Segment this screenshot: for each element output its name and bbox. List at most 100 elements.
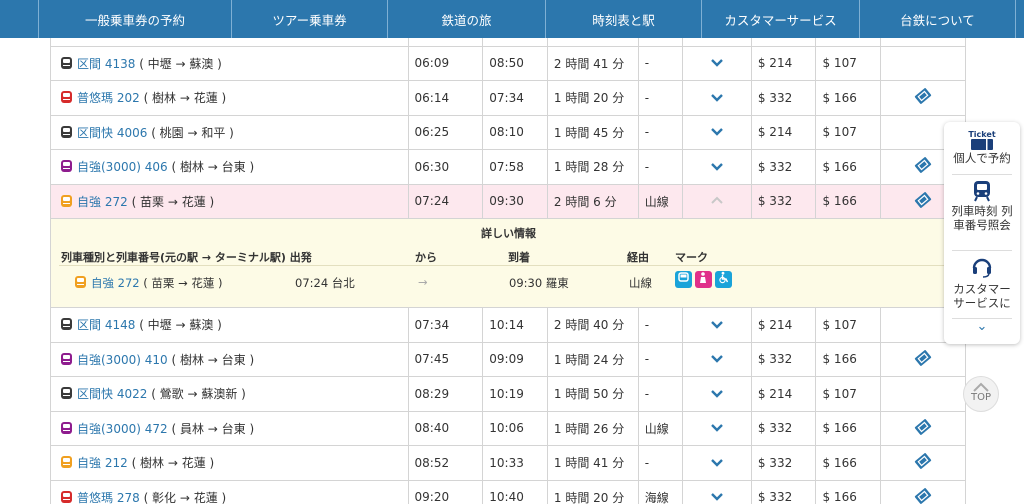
- chevron-down-icon[interactable]: [682, 341, 752, 377]
- dining-car-icon: [675, 271, 692, 288]
- nav-item-rail-travel[interactable]: 鉄道の旅: [388, 0, 546, 38]
- via-line: -: [637, 341, 684, 377]
- train-link[interactable]: 自強(3000) 410: [77, 353, 168, 367]
- travel-duration: 1 時間 26 分: [546, 410, 639, 446]
- detail-header-train: 列車種別と列車番号(元の駅 → ターミナル駅) 出発: [61, 251, 312, 264]
- via-line: 山線: [637, 183, 684, 219]
- travel-duration: 2 時間 6 分: [546, 183, 639, 219]
- chevron-down-icon[interactable]: [682, 45, 752, 81]
- detail-arrow-icon: →: [418, 275, 428, 289]
- departure-time: 08:52: [407, 445, 484, 481]
- chevron-down-icon[interactable]: [682, 114, 752, 150]
- train-cell: 普悠瑪 278 ( 彰化 → 花蓮 ): [50, 479, 409, 504]
- train-route: ( 苗栗 → 花蓮 ): [131, 194, 215, 209]
- train-cell: 自強(3000) 472 ( 員林 → 台東 ): [50, 410, 409, 446]
- back-to-top-button[interactable]: TOP: [963, 376, 999, 412]
- child-fare: $ 166: [815, 183, 882, 219]
- table-row[interactable]: 普悠瑪 202 ( 樹林 → 花蓮 ) 06:14 07:34 1 時間 20 分 - $…: [50, 80, 966, 116]
- table-row[interactable]: 自強(3000) 406 ( 樹林 → 台東 ) 06:30 07:58 1 時間 2…: [50, 149, 966, 185]
- chevron-down-icon[interactable]: [682, 445, 752, 481]
- table-row[interactable]: 自強 272 ( 苗栗 → 花蓮 ) 07:24 09:30 2 時間 6 分山線 $ …: [50, 183, 966, 219]
- departure-time: 08:29: [407, 376, 484, 412]
- departure-time: 06:30: [407, 149, 484, 185]
- train-cell: 区間快 4006 ( 桃園 → 和平 ): [50, 114, 409, 150]
- train-cell: 自強(3000) 410 ( 樹林 → 台東 ): [50, 341, 409, 377]
- train-link[interactable]: 自強 272: [77, 195, 128, 209]
- via-line: -: [637, 376, 684, 412]
- ticket-icon[interactable]: [880, 410, 966, 446]
- train-cell: 自強(3000) 406 ( 樹林 → 台東 ): [50, 149, 409, 185]
- side-widget: Ticket 個人で予約 列車時刻 列車番号照会 カスタマー サービスに ⌄: [944, 122, 1020, 344]
- adult-fare: $ 214: [750, 376, 817, 412]
- train-route: ( 樹林 → 台東 ): [171, 160, 255, 175]
- table-row[interactable]: 自強 212 ( 樹林 → 花蓮 ) 08:52 10:33 1 時間 41 分 - $ …: [50, 445, 966, 481]
- ticket-icon[interactable]: [880, 445, 966, 481]
- detail-via: 山線: [629, 276, 652, 290]
- chevron-up-icon[interactable]: [682, 183, 752, 219]
- table-row[interactable]: 区間快 4022 ( 鶯歌 → 蘇澳新 ) 08:29 10:19 1 時間 50 分…: [50, 376, 966, 412]
- train-route: ( 鶯歌 → 蘇澳新 ): [151, 387, 246, 402]
- adult-fare: $ 332: [750, 80, 817, 116]
- departure-time: 06:14: [407, 80, 484, 116]
- train-link[interactable]: 区間 4138: [77, 57, 135, 71]
- arrival-time: 07:58: [482, 149, 548, 185]
- table-row[interactable]: 自強(3000) 410 ( 樹林 → 台東 ) 07:45 09:09 1 時間 2…: [50, 341, 966, 377]
- chevron-down-icon[interactable]: [682, 80, 752, 116]
- table-row[interactable]: 区間 4148 ( 中壢 → 蘇澳 ) 07:34 10:14 2 時間 40 分 - $…: [50, 307, 966, 343]
- timetable-lookup-button[interactable]: 列車時刻 列車番号照会: [944, 178, 1020, 248]
- train-link[interactable]: 普悠瑪 202: [77, 91, 140, 105]
- detail-header-via: 経由: [627, 251, 649, 264]
- detail-arrival: 09:30 羅東: [509, 276, 569, 290]
- ticket-icon[interactable]: [880, 479, 966, 504]
- nav-item-customer-service[interactable]: カスタマーサービス: [702, 0, 860, 38]
- train-link[interactable]: 自強(3000) 472: [77, 422, 168, 436]
- table-row[interactable]: 普悠瑪 278 ( 彰化 → 花蓮 ) 09:20 10:40 1 時間 20 分海線…: [50, 479, 966, 504]
- detail-marks: [675, 271, 735, 288]
- nav-item-timetable-stations[interactable]: 時刻表と駅: [546, 0, 702, 38]
- nav-item-ticket-booking[interactable]: 一般乗車券の予約: [38, 0, 232, 38]
- detail-separator: [59, 265, 957, 266]
- departure-time: 07:24: [407, 183, 484, 219]
- book-individual-button[interactable]: Ticket 個人で予約: [944, 130, 1020, 172]
- via-line: -: [637, 80, 684, 116]
- train-link[interactable]: 自強 212: [77, 456, 128, 470]
- train-route: ( 中壢 → 蘇澳 ): [139, 318, 222, 333]
- chevron-down-icon[interactable]: [682, 376, 752, 412]
- adult-fare: $ 214: [750, 45, 817, 81]
- train-cell: 自強 272 ( 苗栗 → 花蓮 ): [50, 183, 409, 219]
- train-link[interactable]: 普悠瑪 278: [77, 491, 140, 504]
- ticket-icon[interactable]: [880, 80, 966, 116]
- train-cell: 区間 4138 ( 中壢 → 蘇澳 ): [50, 45, 409, 81]
- departure-time: 07:34: [407, 307, 484, 343]
- ticket-icon[interactable]: [880, 341, 966, 377]
- travel-duration: 1 時間 41 分: [546, 445, 639, 481]
- train-link[interactable]: 自強(3000) 406: [77, 160, 168, 174]
- table-row[interactable]: 区間 4138 ( 中壢 → 蘇澳 ) 06:09 08:50 2 時間 41 分 - $…: [50, 45, 966, 81]
- customer-service-button[interactable]: カスタマー サービスに: [944, 256, 1020, 316]
- train-link[interactable]: 区間 4148: [77, 318, 135, 332]
- via-line: -: [637, 307, 684, 343]
- child-fare: $ 107: [815, 45, 882, 81]
- child-fare: $ 107: [815, 114, 882, 150]
- train-icon: [61, 421, 72, 434]
- chevron-down-icon[interactable]: ⌄: [944, 320, 1020, 340]
- train-cell: 区間 4148 ( 中壢 → 蘇澳 ): [50, 307, 409, 343]
- train-icon: [61, 318, 72, 331]
- detail-train-link[interactable]: 自強 272: [91, 276, 140, 290]
- train-link[interactable]: 区間快 4022: [77, 387, 147, 401]
- chevron-down-icon[interactable]: [682, 307, 752, 343]
- chevron-down-icon[interactable]: [682, 149, 752, 185]
- nursing-room-icon: [695, 271, 712, 288]
- adult-fare: $ 332: [750, 341, 817, 377]
- travel-duration: 1 時間 28 分: [546, 149, 639, 185]
- table-row[interactable]: 自強(3000) 472 ( 員林 → 台東 ) 08:40 10:06 1 時間 2…: [50, 410, 966, 446]
- train-link[interactable]: 区間快 4006: [77, 126, 147, 140]
- nav-item-about-tra[interactable]: 台鉄について: [860, 0, 1016, 38]
- train-cell: 自強 212 ( 樹林 → 花蓮 ): [50, 445, 409, 481]
- chevron-down-icon[interactable]: [682, 479, 752, 504]
- nav-item-tour-tickets[interactable]: ツアー乗車券: [232, 0, 388, 38]
- via-line: -: [637, 114, 684, 150]
- child-fare: $ 166: [815, 479, 882, 504]
- table-row[interactable]: 区間快 4006 ( 桃園 → 和平 ) 06:25 08:10 1 時間 45 分-…: [50, 114, 966, 150]
- chevron-down-icon[interactable]: [682, 410, 752, 446]
